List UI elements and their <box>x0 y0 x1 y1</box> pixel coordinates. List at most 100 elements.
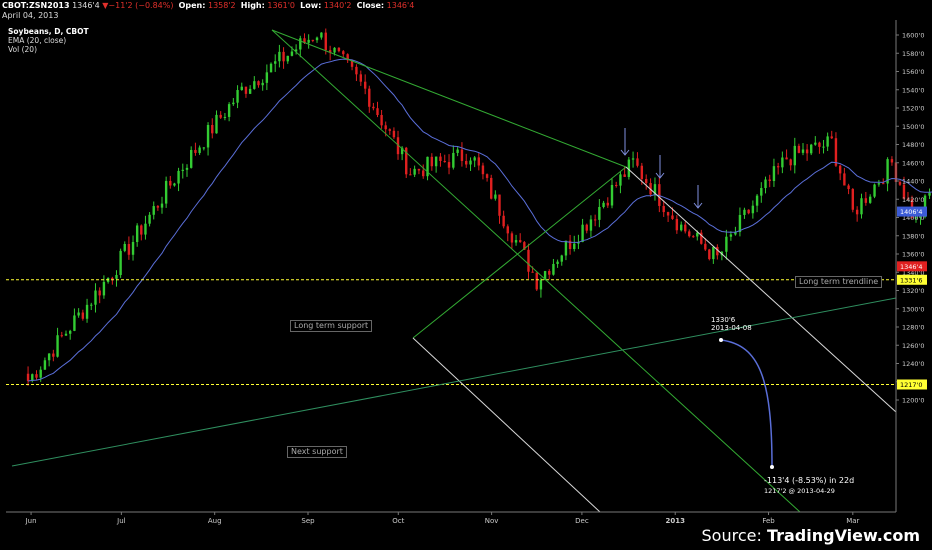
candle <box>52 349 55 362</box>
candle <box>456 147 459 157</box>
candle-body <box>169 180 172 186</box>
candle <box>194 142 197 156</box>
candle <box>873 183 876 199</box>
candle <box>223 112 227 121</box>
candle <box>111 276 114 285</box>
x-tick-label: Feb <box>762 517 775 525</box>
candle-body <box>422 170 425 177</box>
candle-body <box>290 51 294 56</box>
candle <box>211 118 214 139</box>
symbol-header: CBOT:ZSN2013 1346'4 ▼−11'2 (−0.84%) Open… <box>2 1 414 21</box>
candle-body <box>851 189 854 210</box>
price-tag-label: 1331'6 <box>900 276 922 284</box>
price-tag: 1406'4 <box>897 206 927 217</box>
candle <box>282 47 285 69</box>
x-tick-label: Nov <box>485 517 499 525</box>
candle-body <box>785 157 788 160</box>
candle <box>847 183 850 195</box>
candle-body <box>485 174 489 178</box>
y-tick-label: 1460'0 <box>902 159 924 167</box>
candle <box>510 231 514 249</box>
candle-body <box>704 243 707 250</box>
candle-body <box>223 116 227 118</box>
x-tick-label: Sep <box>301 517 315 525</box>
candle <box>253 76 256 90</box>
candle-body <box>760 188 763 196</box>
candle-body <box>518 240 522 243</box>
candle-body <box>814 142 817 145</box>
legend-title[interactable]: Soybeans, D, CBOT <box>8 27 89 36</box>
price-chart: 1200'01220'01240'01260'01280'01300'01320… <box>6 20 932 525</box>
next-support-label: Next support <box>287 446 347 458</box>
candle-body <box>190 149 193 168</box>
candle-body <box>490 177 493 199</box>
channel-lower-line <box>412 166 627 339</box>
candle <box>598 199 601 228</box>
candle-body <box>372 106 375 109</box>
candle-body <box>560 255 563 262</box>
candle <box>102 275 106 299</box>
price-axis: 1200'01220'01240'01260'01280'01300'01320… <box>895 20 927 512</box>
open-value: 1358'2 <box>208 1 236 10</box>
price-tag-label: 1217'0 <box>900 381 922 389</box>
candle <box>506 224 509 242</box>
candle-body <box>738 214 742 233</box>
legend-ema[interactable]: EMA (20, close) <box>8 36 89 45</box>
candle-body <box>439 156 442 161</box>
candle-body <box>392 130 396 138</box>
candlestick-series <box>26 28 931 386</box>
candle <box>413 165 416 178</box>
candle <box>760 182 763 203</box>
candle-body <box>593 219 597 221</box>
x-tick-label: Aug <box>208 517 222 525</box>
candle <box>185 164 189 177</box>
candle <box>684 221 687 234</box>
y-tick-label: 1380'0 <box>902 232 924 240</box>
candle <box>307 34 310 49</box>
candle <box>342 49 345 57</box>
y-tick-label: 1420'0 <box>902 196 924 204</box>
candle-body <box>636 158 639 166</box>
candle-body <box>755 195 759 206</box>
candle <box>152 201 155 220</box>
point-value: 1330'6 <box>711 316 736 324</box>
candle <box>123 241 126 253</box>
candle-body <box>781 157 784 168</box>
candle <box>355 64 358 82</box>
candle <box>615 181 618 188</box>
candle-body <box>826 136 829 147</box>
candle-body <box>144 223 147 235</box>
high-label: High: <box>240 1 265 10</box>
candle <box>181 163 184 179</box>
y-tick-label: 1240'0 <box>902 360 924 368</box>
candle <box>269 62 273 73</box>
candle <box>465 153 468 168</box>
candle <box>801 143 805 156</box>
candle-body <box>227 104 231 117</box>
candle <box>439 153 442 167</box>
candle <box>363 74 367 95</box>
candle-body <box>177 170 180 184</box>
symbol-name: CBOT:ZSN2013 <box>2 1 70 10</box>
candle <box>535 272 538 291</box>
candle <box>447 154 451 175</box>
candle-body <box>598 206 601 220</box>
candle-body <box>589 219 593 231</box>
candle <box>169 175 172 189</box>
projection-text: -113'4 (-8.53%) in 22d <box>764 476 855 485</box>
candle-body <box>623 174 626 177</box>
candle <box>593 214 597 227</box>
candle-body <box>640 165 644 180</box>
candle <box>392 127 396 140</box>
candle-body <box>801 149 805 153</box>
candle-body <box>56 335 59 357</box>
x-tick-label: Jul <box>116 517 126 525</box>
legend-vol[interactable]: Vol (20) <box>8 45 89 54</box>
candle-body <box>299 38 302 50</box>
candle-body <box>236 90 239 103</box>
y-tick-label: 1320'0 <box>902 287 924 295</box>
candle-body <box>768 179 771 182</box>
candle-body <box>206 124 210 148</box>
candle <box>675 215 679 234</box>
candle-body <box>198 147 201 153</box>
